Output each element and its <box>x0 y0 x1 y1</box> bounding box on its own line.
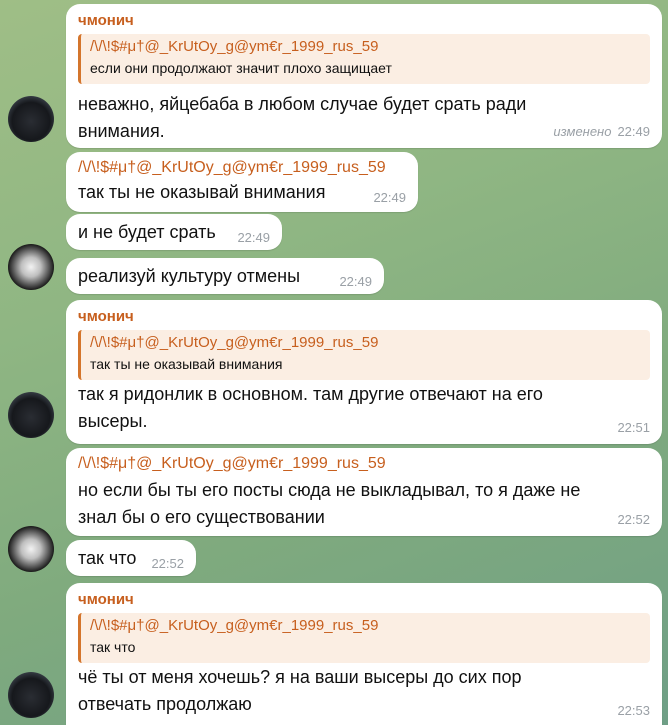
message-time: 22:49 <box>373 190 406 205</box>
reply-quote[interactable]: /\/\!$#μ†@_KrUtOy_g@ym€r_1999_rus_59 так… <box>78 330 650 380</box>
quote-sender: /\/\!$#μ†@_KrUtOy_g@ym€r_1999_rus_59 <box>90 617 379 634</box>
message-time: 22:49 <box>237 230 270 245</box>
message-text-line: но если бы ты его посты сюда не выкладыв… <box>78 480 581 500</box>
message-bubble[interactable]: /\/\!$#μ†@_KrUtOy_g@ym€r_1999_rus_59 но … <box>66 448 662 536</box>
message-text-line: отвечать продолжаю <box>78 694 252 714</box>
sender-name[interactable]: чмонич <box>78 12 134 29</box>
reply-quote[interactable]: /\/\!$#μ†@_KrUtOy_g@ym€r_1999_rus_59 есл… <box>78 34 650 84</box>
avatar[interactable] <box>8 526 54 572</box>
message-bubble[interactable]: /\/\!$#μ†@_KrUtOy_g@ym€r_1999_rus_59 так… <box>66 152 418 212</box>
message-time: 22:52 <box>617 512 650 527</box>
quote-text: так ты не оказывай внимания <box>90 356 283 372</box>
avatar[interactable] <box>8 96 54 142</box>
message-bubble[interactable]: так что 22:52 <box>66 540 196 576</box>
message-text-line: высеры. <box>78 411 148 431</box>
message-time: 22:53 <box>617 703 650 718</box>
avatar[interactable] <box>8 244 54 290</box>
message-text-line: внимания. <box>78 121 165 141</box>
message-text-line: чё ты от меня хочешь? я на ваши высеры д… <box>78 667 522 687</box>
message-time: 22:49 <box>617 124 650 139</box>
edited-label: изменено <box>553 124 612 139</box>
quote-text: так что <box>90 639 136 655</box>
quote-text: если они продолжают значит плохо защищае… <box>90 60 392 76</box>
quote-sender: /\/\!$#μ†@_KrUtOy_g@ym€r_1999_rus_59 <box>90 38 379 55</box>
sender-name[interactable]: чмонич <box>78 591 134 608</box>
message-text-line: знал бы о его существовании <box>78 507 325 527</box>
message-time: 22:49 <box>339 274 372 289</box>
reply-quote[interactable]: /\/\!$#μ†@_KrUtOy_g@ym€r_1999_rus_59 так… <box>78 613 650 663</box>
message-bubble[interactable]: чмонич /\/\!$#μ†@_KrUtOy_g@ym€r_1999_rus… <box>66 583 662 725</box>
sender-name[interactable]: чмонич <box>78 308 134 325</box>
avatar[interactable] <box>8 392 54 438</box>
message-text: так ты не оказывай внимания <box>78 182 326 202</box>
avatar[interactable] <box>8 672 54 718</box>
message-text-line: неважно, яйцебаба в любом случае будет с… <box>78 94 527 114</box>
quote-sender: /\/\!$#μ†@_KrUtOy_g@ym€r_1999_rus_59 <box>90 334 379 351</box>
message-text: и не будет срать <box>78 222 216 242</box>
message-time: 22:51 <box>617 420 650 435</box>
forward-sender[interactable]: /\/\!$#μ†@_KrUtOy_g@ym€r_1999_rus_59 <box>78 159 386 177</box>
message-text: так что <box>78 548 137 568</box>
message-bubble[interactable]: реализуй культуру отмены 22:49 <box>66 258 384 294</box>
message-bubble[interactable]: и не будет срать 22:49 <box>66 214 282 250</box>
message-bubble[interactable]: чмонич /\/\!$#μ†@_KrUtOy_g@ym€r_1999_rus… <box>66 300 662 444</box>
message-text: реализуй культуру отмены <box>78 266 301 286</box>
forward-sender[interactable]: /\/\!$#μ†@_KrUtOy_g@ym€r_1999_rus_59 <box>78 455 386 473</box>
message-time: 22:52 <box>151 556 184 571</box>
message-text-line: так я ридонлик в основном. там другие от… <box>78 384 543 404</box>
message-bubble[interactable]: чмонич /\/\!$#μ†@_KrUtOy_g@ym€r_1999_rus… <box>66 4 662 148</box>
message-meta: изменено 22:49 <box>553 124 650 139</box>
